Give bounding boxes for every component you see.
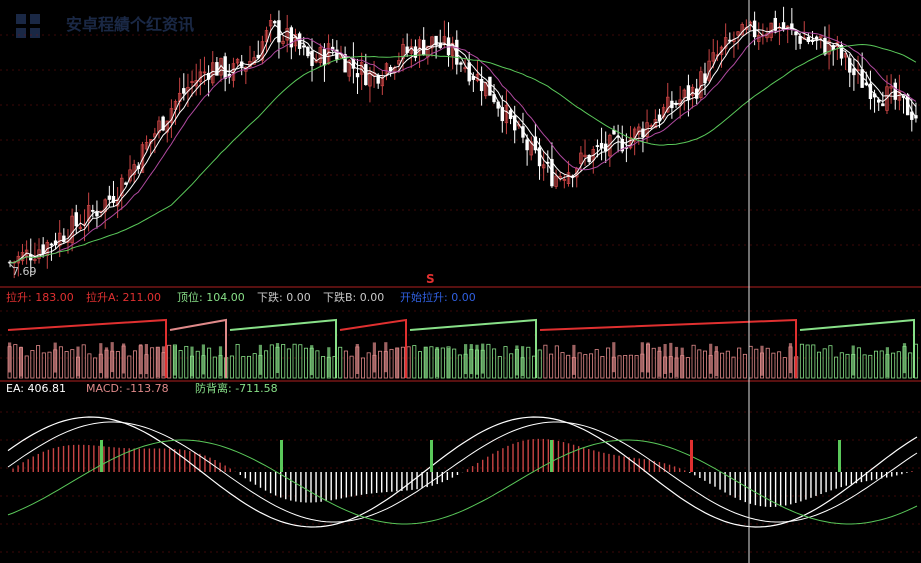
candle-body (814, 36, 819, 40)
signal-bar-filled (640, 342, 644, 373)
signal-bar-filled (144, 344, 148, 375)
signal-bar-filled (851, 345, 855, 376)
signal-bar-filled (218, 346, 223, 377)
signal-bar-filled (663, 344, 667, 375)
signal-bar-filled (156, 347, 160, 378)
candle-body (62, 235, 66, 242)
candle-body (488, 76, 492, 96)
candle-body (686, 85, 691, 101)
candle-body (852, 68, 856, 76)
candle-body (595, 145, 600, 147)
indicator-legend-3: EA: 406.81 MACD: -113.78 防背离: -711.58 (6, 381, 278, 395)
signal-bar-filled (19, 346, 23, 377)
macd-signal-spike (690, 440, 693, 472)
signal-bar-filled (395, 347, 399, 378)
signal-bar-filled (355, 344, 359, 375)
macd-signal-spike (550, 440, 553, 472)
signal-bar-filled (646, 342, 650, 373)
candle-body (223, 56, 227, 79)
macd-signal-spike (838, 440, 841, 472)
signal-bar-filled (464, 344, 468, 375)
signal-bar-filled (709, 343, 713, 374)
signal-bar-filled (515, 345, 519, 376)
signal-bar-filled (902, 343, 907, 374)
signal-bar-filled (760, 345, 764, 376)
candle-body (422, 39, 426, 56)
signal-bar-filled (885, 347, 889, 378)
signal-bar-filled (475, 344, 479, 375)
signal-bar-filled (139, 344, 143, 375)
watermark: 安卓程績个红资讯 (16, 14, 194, 38)
candle-body (182, 88, 186, 94)
candle-body (95, 211, 99, 217)
signal-bar-filled (190, 346, 194, 377)
signal-bar-filled (372, 342, 376, 373)
signal-bar-filled (657, 346, 661, 377)
legend-item: 防背离: -711.58 (195, 381, 278, 395)
macd-signal-spike (430, 440, 433, 472)
signal-bar-filled (384, 342, 388, 373)
legend-item: 下跌: 0.00 (257, 290, 311, 304)
signal-bar-filled (122, 343, 126, 374)
signal-bar-filled (76, 346, 80, 377)
signal-bar-filled (669, 342, 673, 373)
signal-bar-filled (572, 344, 576, 375)
signal-marker: S (426, 272, 435, 286)
stock-chart: 安卓程績个红资讯 7.69 S 拉升: 183.00 拉升A: 211.00 顶位:… (0, 0, 921, 563)
signal-bar-filled (446, 347, 451, 378)
candle-body (277, 20, 281, 43)
candle-body (459, 62, 463, 65)
background (0, 0, 921, 563)
signal-bar-filled (424, 347, 428, 378)
candle-body (881, 103, 885, 107)
macd-signal-spike (100, 440, 103, 472)
signal-bar-filled (173, 345, 177, 376)
signal-bar-filled (674, 346, 679, 377)
signal-bar-filled (201, 344, 205, 375)
candle-body (794, 31, 798, 36)
signal-bar-filled (469, 344, 473, 375)
candle-body (49, 243, 54, 246)
legend-item: 开始拉升: 0.00 (400, 290, 476, 304)
candle-body (525, 139, 529, 151)
candle-body (91, 209, 95, 212)
signal-bar-filled (521, 346, 525, 377)
signal-bar-filled (612, 342, 616, 373)
signal-bar-filled (680, 347, 684, 378)
macd-signal-spike (280, 440, 283, 472)
legend-item: EA: 406.81 (6, 382, 66, 395)
signal-bar-filled (788, 343, 793, 374)
candle-body (910, 111, 914, 120)
signal-bar-filled (104, 347, 109, 378)
candle-body (310, 50, 314, 67)
candle-body (273, 21, 277, 24)
signal-bar-filled (53, 342, 57, 373)
signal-bar-filled (481, 343, 485, 374)
min-price-label: 7.69 (12, 265, 37, 278)
legend-item: 顶位: 104.00 (177, 290, 245, 304)
candle-body (537, 147, 542, 167)
signal-bar-filled (8, 342, 12, 373)
candle-body (302, 45, 306, 48)
signal-bar-filled (327, 347, 331, 378)
legend-item: MACD: -113.78 (86, 382, 169, 395)
signal-bar-filled (435, 346, 439, 377)
candle-body (107, 195, 112, 200)
legend-item: 拉升: 183.00 (6, 290, 74, 304)
signal-bar-filled (275, 343, 280, 374)
signal-bar-filled (99, 343, 103, 374)
watermark-text: 安卓程績个红资讯 (66, 15, 194, 34)
legend-item: 拉升A: 211.00 (86, 290, 161, 304)
candle-body (74, 212, 78, 227)
candle-body (355, 73, 360, 78)
legend-item: 下跌B: 0.00 (323, 290, 384, 304)
candle-body (599, 142, 604, 149)
signal-bar-filled (110, 342, 114, 373)
candle-body (798, 35, 802, 44)
signal-bar-filled (258, 344, 262, 375)
signal-bar-filled (310, 345, 314, 376)
signal-bar-filled (714, 346, 718, 377)
signal-bar-filled (161, 346, 166, 377)
